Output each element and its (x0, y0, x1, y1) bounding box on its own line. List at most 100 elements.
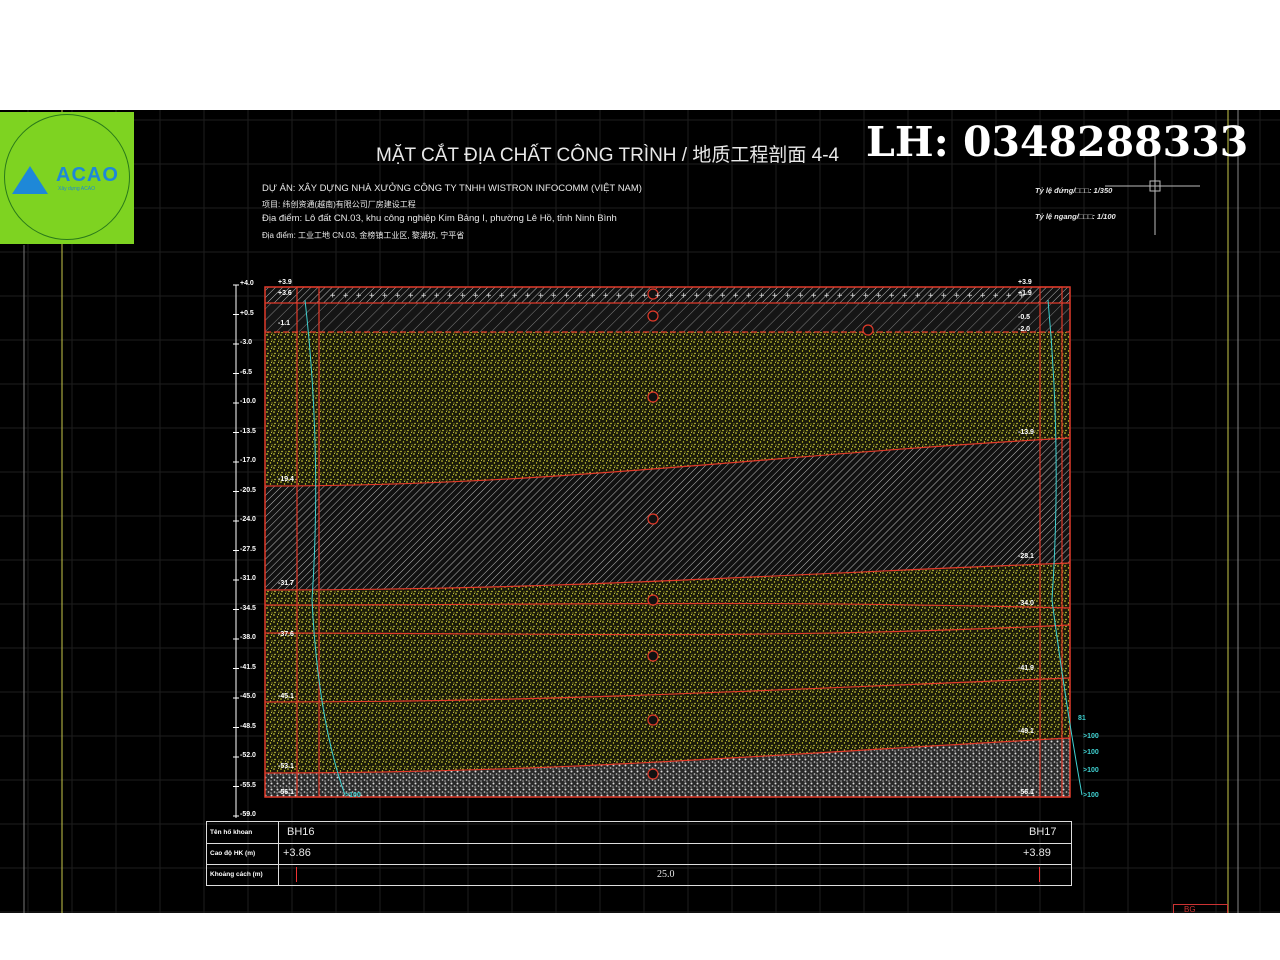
axis-tick-label: -55.5 (240, 781, 256, 789)
fill-marker: + (499, 291, 505, 301)
fill-marker: + (889, 291, 895, 301)
fill-marker: + (668, 291, 674, 301)
sample-marker-icon (647, 650, 659, 662)
spt-blow-count: >100 (1083, 733, 1099, 740)
fill-marker: + (941, 291, 947, 301)
triangle-logo-icon (12, 166, 48, 194)
borehole-table: Tên hố khoan BH16 BH17 Cao độ HK (m) +3.… (206, 821, 1072, 886)
bh17-name[interactable]: BH17 (1029, 822, 1057, 843)
sample-marker-icon (647, 594, 659, 606)
axis-tick-label: -59.0 (240, 811, 256, 818)
logo-tagline: Xây dựng ACAO (58, 186, 95, 192)
project-line-4: Địa điểm: 工业工地 CN.03, 金榜镇工业区, 黎湖坊, 宁平省 (262, 231, 465, 240)
fill-marker: + (395, 291, 401, 301)
bh16-layer-elevation: -19.4 (278, 476, 294, 483)
axis-tick-label: -24.0 (240, 516, 256, 523)
axis-tick-label: -34.5 (240, 604, 256, 612)
fill-marker: + (590, 291, 596, 301)
fill-marker: + (564, 291, 570, 301)
fill-marker: + (876, 291, 882, 301)
spt-blow-count: >100 (345, 792, 361, 799)
bh17-layer-elevation: +3.9 (1018, 279, 1032, 286)
bh16-layer-elevation: -56.1 (278, 789, 294, 796)
acao-logo: ACAO Xây dựng ACAO (0, 112, 134, 244)
fill-marker: + (434, 291, 440, 301)
axis-tick-label: -6.5 (240, 368, 253, 376)
fill-marker: + (421, 291, 427, 301)
fill-marker: + (525, 291, 531, 301)
fill-marker: + (694, 291, 700, 301)
fill-marker: + (707, 291, 713, 301)
fill-marker: + (382, 291, 388, 301)
fill-marker: + (603, 291, 609, 301)
logo-brand: ACAO (56, 164, 119, 186)
axis-tick-label: -38.0 (240, 634, 256, 641)
fill-marker: + (486, 291, 492, 301)
bh16-layer-elevation: -1.1 (278, 320, 291, 327)
bh17-layer-elevation: -28.1 (1018, 553, 1034, 560)
bh16-layer-elevation: +3.6 (278, 290, 292, 297)
fill-marker: + (1006, 291, 1012, 301)
hotline-watermark: LH: 0348288333 (866, 118, 1249, 166)
axis-tick-label: -31.0 (240, 575, 256, 582)
fill-marker: + (993, 291, 999, 301)
fill-marker: + (577, 291, 583, 301)
project-line-1: DỰ ÁN: XÂY DỰNG NHÀ XƯỞNG CÔNG TY TNHH W… (262, 183, 642, 194)
sample-marker-icon (647, 391, 659, 403)
project-line-3: Địa điểm: Lô đất CN.03, khu công nghiệp … (262, 213, 617, 224)
axis-tick-label: -20.5 (240, 486, 256, 494)
fill-marker: + (759, 291, 765, 301)
sample-marker-icon (647, 310, 659, 322)
fill-marker: + (369, 291, 375, 301)
axis-tick-label: -17.0 (240, 457, 256, 464)
bh16-name[interactable]: BH16 (287, 822, 315, 843)
bh17-elevation: +3.89 (1023, 847, 1051, 859)
bh17-layer-elevation: -49.1 (1018, 728, 1034, 735)
sample-marker-icon (647, 714, 659, 726)
sample-marker-icon (647, 513, 659, 525)
fill-marker: + (538, 291, 544, 301)
fill-marker: + (408, 291, 414, 301)
vertical-scale: Tỷ lệ đứng/□□□: 1/350 (1035, 186, 1113, 195)
axis-tick-label: -10.0 (240, 398, 256, 405)
axis-tick-label: +0.5 (240, 309, 254, 317)
borehole-elevation-row: Cao độ HK (m) +3.86 +3.89 (207, 843, 1071, 865)
bh17-layer-elevation: +1.9 (1018, 290, 1032, 297)
axis-tick-label: -13.5 (240, 427, 256, 435)
bh16-layer-elevation: +3.9 (278, 279, 292, 286)
bh16-layer-elevation: -53.1 (278, 763, 294, 770)
fill-marker: + (512, 291, 518, 301)
spt-blow-count: >100 (1083, 792, 1099, 799)
fill-marker: + (980, 291, 986, 301)
fill-marker: + (343, 291, 349, 301)
spt-blow-count: >100 (1083, 767, 1099, 774)
fill-marker: + (551, 291, 557, 301)
borehole-distance: 25.0 (657, 869, 675, 880)
fill-marker: + (863, 291, 869, 301)
layer-fill-2 (265, 303, 1070, 332)
fill-marker: + (772, 291, 778, 301)
fill-marker: + (902, 291, 908, 301)
bh17-layer-elevation: -0.5 (1018, 314, 1031, 321)
fill-marker: + (681, 291, 687, 301)
bh16-layer-elevation: -45.1 (278, 693, 294, 700)
bh17-layer-elevation: -41.9 (1018, 665, 1034, 672)
drawing-title: MẶT CẮT ĐỊA CHẤT CÔNG TRÌNH / 地质工程剖面 4-4 (376, 145, 840, 166)
fill-marker: + (811, 291, 817, 301)
fill-marker: + (616, 291, 622, 301)
borehole-name-row: Tên hố khoan BH16 BH17 (207, 822, 1071, 844)
axis-tick-label: -45.0 (240, 693, 256, 700)
distance-row: Khoảng cách (m) 25.0 (207, 864, 1071, 885)
fill-marker: + (356, 291, 362, 301)
horizontal-scale: Tỷ lệ ngang/□□□: 1/100 (1035, 212, 1116, 221)
sample-marker-icon (647, 768, 659, 780)
fill-marker: + (967, 291, 973, 301)
fill-marker: + (824, 291, 830, 301)
spt-blow-count: 81 (1078, 715, 1086, 722)
bh17-layer-elevation: -34.0 (1018, 600, 1034, 607)
fill-marker: + (915, 291, 921, 301)
bh17-layer-elevation: -2.0 (1018, 326, 1031, 333)
fill-marker: + (473, 291, 479, 301)
fill-marker: + (330, 291, 336, 301)
spt-blow-count: >100 (1083, 749, 1099, 756)
